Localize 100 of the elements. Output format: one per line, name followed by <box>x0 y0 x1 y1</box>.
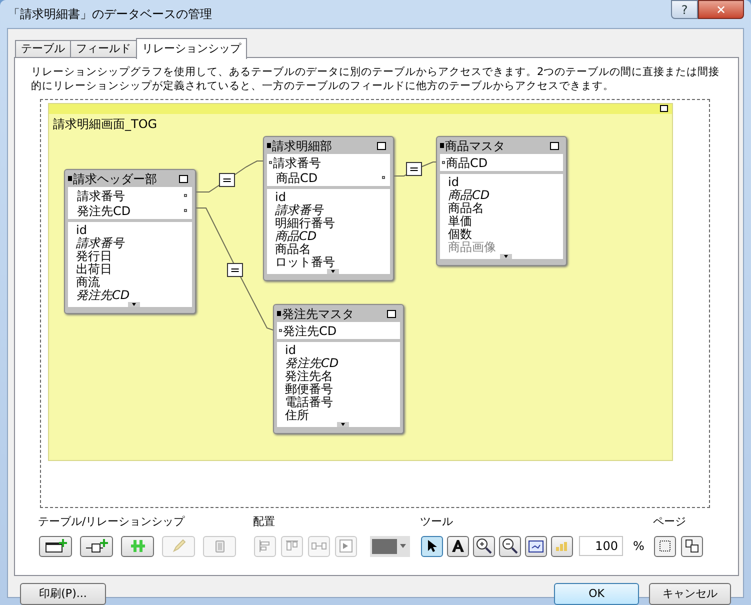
chart-button[interactable] <box>551 536 573 556</box>
key-field: 請求番号 <box>273 156 321 170</box>
resize-icon <box>339 539 353 553</box>
field-name: 商品名 <box>275 243 311 256</box>
color-swatch-dropdown[interactable] <box>370 536 410 556</box>
bars-icon <box>555 540 569 552</box>
section-label: 配置 <box>253 515 276 529</box>
field-name: ロット番号 <box>275 256 335 269</box>
add-table-button[interactable] <box>39 536 72 556</box>
group-title: 請求明細画面_TOG <box>53 117 158 131</box>
field-name: 発注先名 <box>285 370 333 383</box>
pages-icon <box>685 539 699 553</box>
table-name: 商品マスタ <box>445 138 505 152</box>
collapse-icon[interactable] <box>387 310 396 318</box>
field-name: 商流 <box>76 276 100 289</box>
collapse-icon[interactable] <box>377 142 386 150</box>
field-name: 住所 <box>285 409 309 422</box>
relationship-operator[interactable]: = <box>406 162 422 176</box>
field-name: 単価 <box>448 215 472 228</box>
add-relation-icon <box>84 539 108 553</box>
field-name: 発注先CD <box>76 289 130 302</box>
add-relation-button[interactable] <box>80 536 113 556</box>
collapse-icon[interactable] <box>550 142 559 150</box>
table-name: 請求明細部 <box>272 138 332 152</box>
tab[interactable]: フィールド <box>70 40 137 58</box>
zoom-in-button[interactable] <box>473 536 495 556</box>
port-icon <box>269 161 272 164</box>
relationship-line <box>394 162 438 176</box>
field-name: 電話番号 <box>285 396 333 409</box>
key-field: 商品CD <box>276 170 318 184</box>
port-icon <box>382 176 385 179</box>
key-field: 発注先CD <box>77 204 131 218</box>
tab[interactable]: テーブル <box>15 40 71 58</box>
pencil-icon <box>172 539 186 553</box>
zoom-field[interactable]: 100 <box>579 536 623 556</box>
page-setup-button[interactable] <box>654 536 676 556</box>
field-name: 商品CD <box>275 230 317 243</box>
field-name: 請求番号 <box>275 204 323 217</box>
tab[interactable]: リレーションシップ <box>136 38 247 59</box>
zoom-out-button[interactable] <box>499 536 521 556</box>
field-name: id <box>448 176 459 189</box>
add-table-icon <box>44 539 66 553</box>
description-text: リレーションシップグラフを使用して、あるテーブルのデータに別のテーブルからアクセスできます。2つのテーブルの間に直接または間接的にリレーションシップが定義されていると、一方のテーブルのフィールドに他方のテーブルからアクセスできます。 <box>31 65 721 93</box>
table-marker-icon <box>267 143 271 148</box>
field-name: 明細行番号 <box>275 217 335 230</box>
field-name: id <box>285 344 296 357</box>
relationship-operator[interactable]: = <box>219 173 235 187</box>
pointer-button[interactable] <box>421 536 443 556</box>
port-icon <box>184 209 187 212</box>
align-icon <box>285 539 299 553</box>
ok-button[interactable]: OK <box>554 583 639 605</box>
port-icon <box>442 161 445 164</box>
table-box[interactable]: 請求ヘッダー部 請求番号 発注先CD id 請求番号 発行日 出荷日 商流 発注先CD <box>64 169 196 314</box>
help-button[interactable]: ? <box>671 0 698 19</box>
page-break-button[interactable] <box>681 536 703 556</box>
field-name: id <box>76 224 87 237</box>
port-icon <box>184 194 187 197</box>
duplicate-button[interactable] <box>121 536 154 556</box>
collapse-icon[interactable] <box>179 174 188 182</box>
field-name: 請求番号 <box>76 237 124 250</box>
plus-icon <box>130 539 146 553</box>
zoom-unit: % <box>633 538 644 555</box>
trash-icon <box>214 539 226 553</box>
port-icon <box>279 329 282 332</box>
text-button[interactable] <box>447 536 469 556</box>
relationship-graph[interactable]: 請求明細画面_TOG 請求ヘッダー部 請求番号 発注先CD id 請求番号 発行日 出荷日 商流 発注先CD 請求明細部 請求番号 商品CD id 請求番号 明細行番号 商品CD 商品名 ロット番号 商品マスタ 商品CD id 商品CD 商品名 単価 個数 商品画像 発注先マスタ 発注先CD id 発注先CD 発注先名 郵便番号 電話番号 住所 = = = <box>40 99 710 508</box>
section-label: ページ <box>653 515 686 529</box>
zoom-out-icon <box>502 538 518 554</box>
relationship-operator[interactable]: = <box>227 263 243 277</box>
field-name: 発行日 <box>76 250 112 263</box>
print-button[interactable]: 印刷(P)... <box>20 583 106 605</box>
field-name: 商品名 <box>448 202 484 215</box>
field-name: 発注先CD <box>285 357 339 370</box>
section-label: ツール <box>420 515 454 529</box>
text-tool-icon <box>451 539 465 553</box>
table-box[interactable]: 商品マスタ 商品CD id 商品CD 商品名 単価 個数 商品画像 <box>436 136 567 266</box>
table-box[interactable]: 発注先マスタ 発注先CD id 発注先CD 発注先名 郵便番号 電話番号 住所 <box>273 304 404 434</box>
relationship-line <box>196 160 264 192</box>
window-title: 「請求明細書」のデータベースの管理 <box>7 6 212 23</box>
key-field: 請求番号 <box>77 188 125 202</box>
fit-view-icon <box>528 540 544 552</box>
cancel-button[interactable]: キャンセル <box>649 583 731 605</box>
collapse-icon[interactable] <box>660 105 668 112</box>
field-name: 商品CD <box>448 189 490 202</box>
table-box[interactable]: 請求明細部 請求番号 商品CD id 請求番号 明細行番号 商品CD 商品名 ロット番号 <box>263 136 394 281</box>
align-icon <box>258 539 272 553</box>
table-name: 請求ヘッダー部 <box>73 172 157 186</box>
field-name: 個数 <box>448 228 472 241</box>
fit-button[interactable] <box>525 536 547 556</box>
zoom-in-icon <box>476 538 492 554</box>
table-marker-icon <box>277 311 281 316</box>
field-name: 出荷日 <box>76 263 112 276</box>
table-marker-icon <box>440 143 444 148</box>
table-name: 発注先マスタ <box>282 306 354 320</box>
field-name: 郵便番号 <box>285 383 333 396</box>
dotted-page-icon <box>659 540 671 552</box>
field-name: id <box>275 191 286 204</box>
caret-icon <box>400 544 406 548</box>
table-marker-icon <box>68 176 72 181</box>
field-name: 商品画像 <box>448 241 496 254</box>
